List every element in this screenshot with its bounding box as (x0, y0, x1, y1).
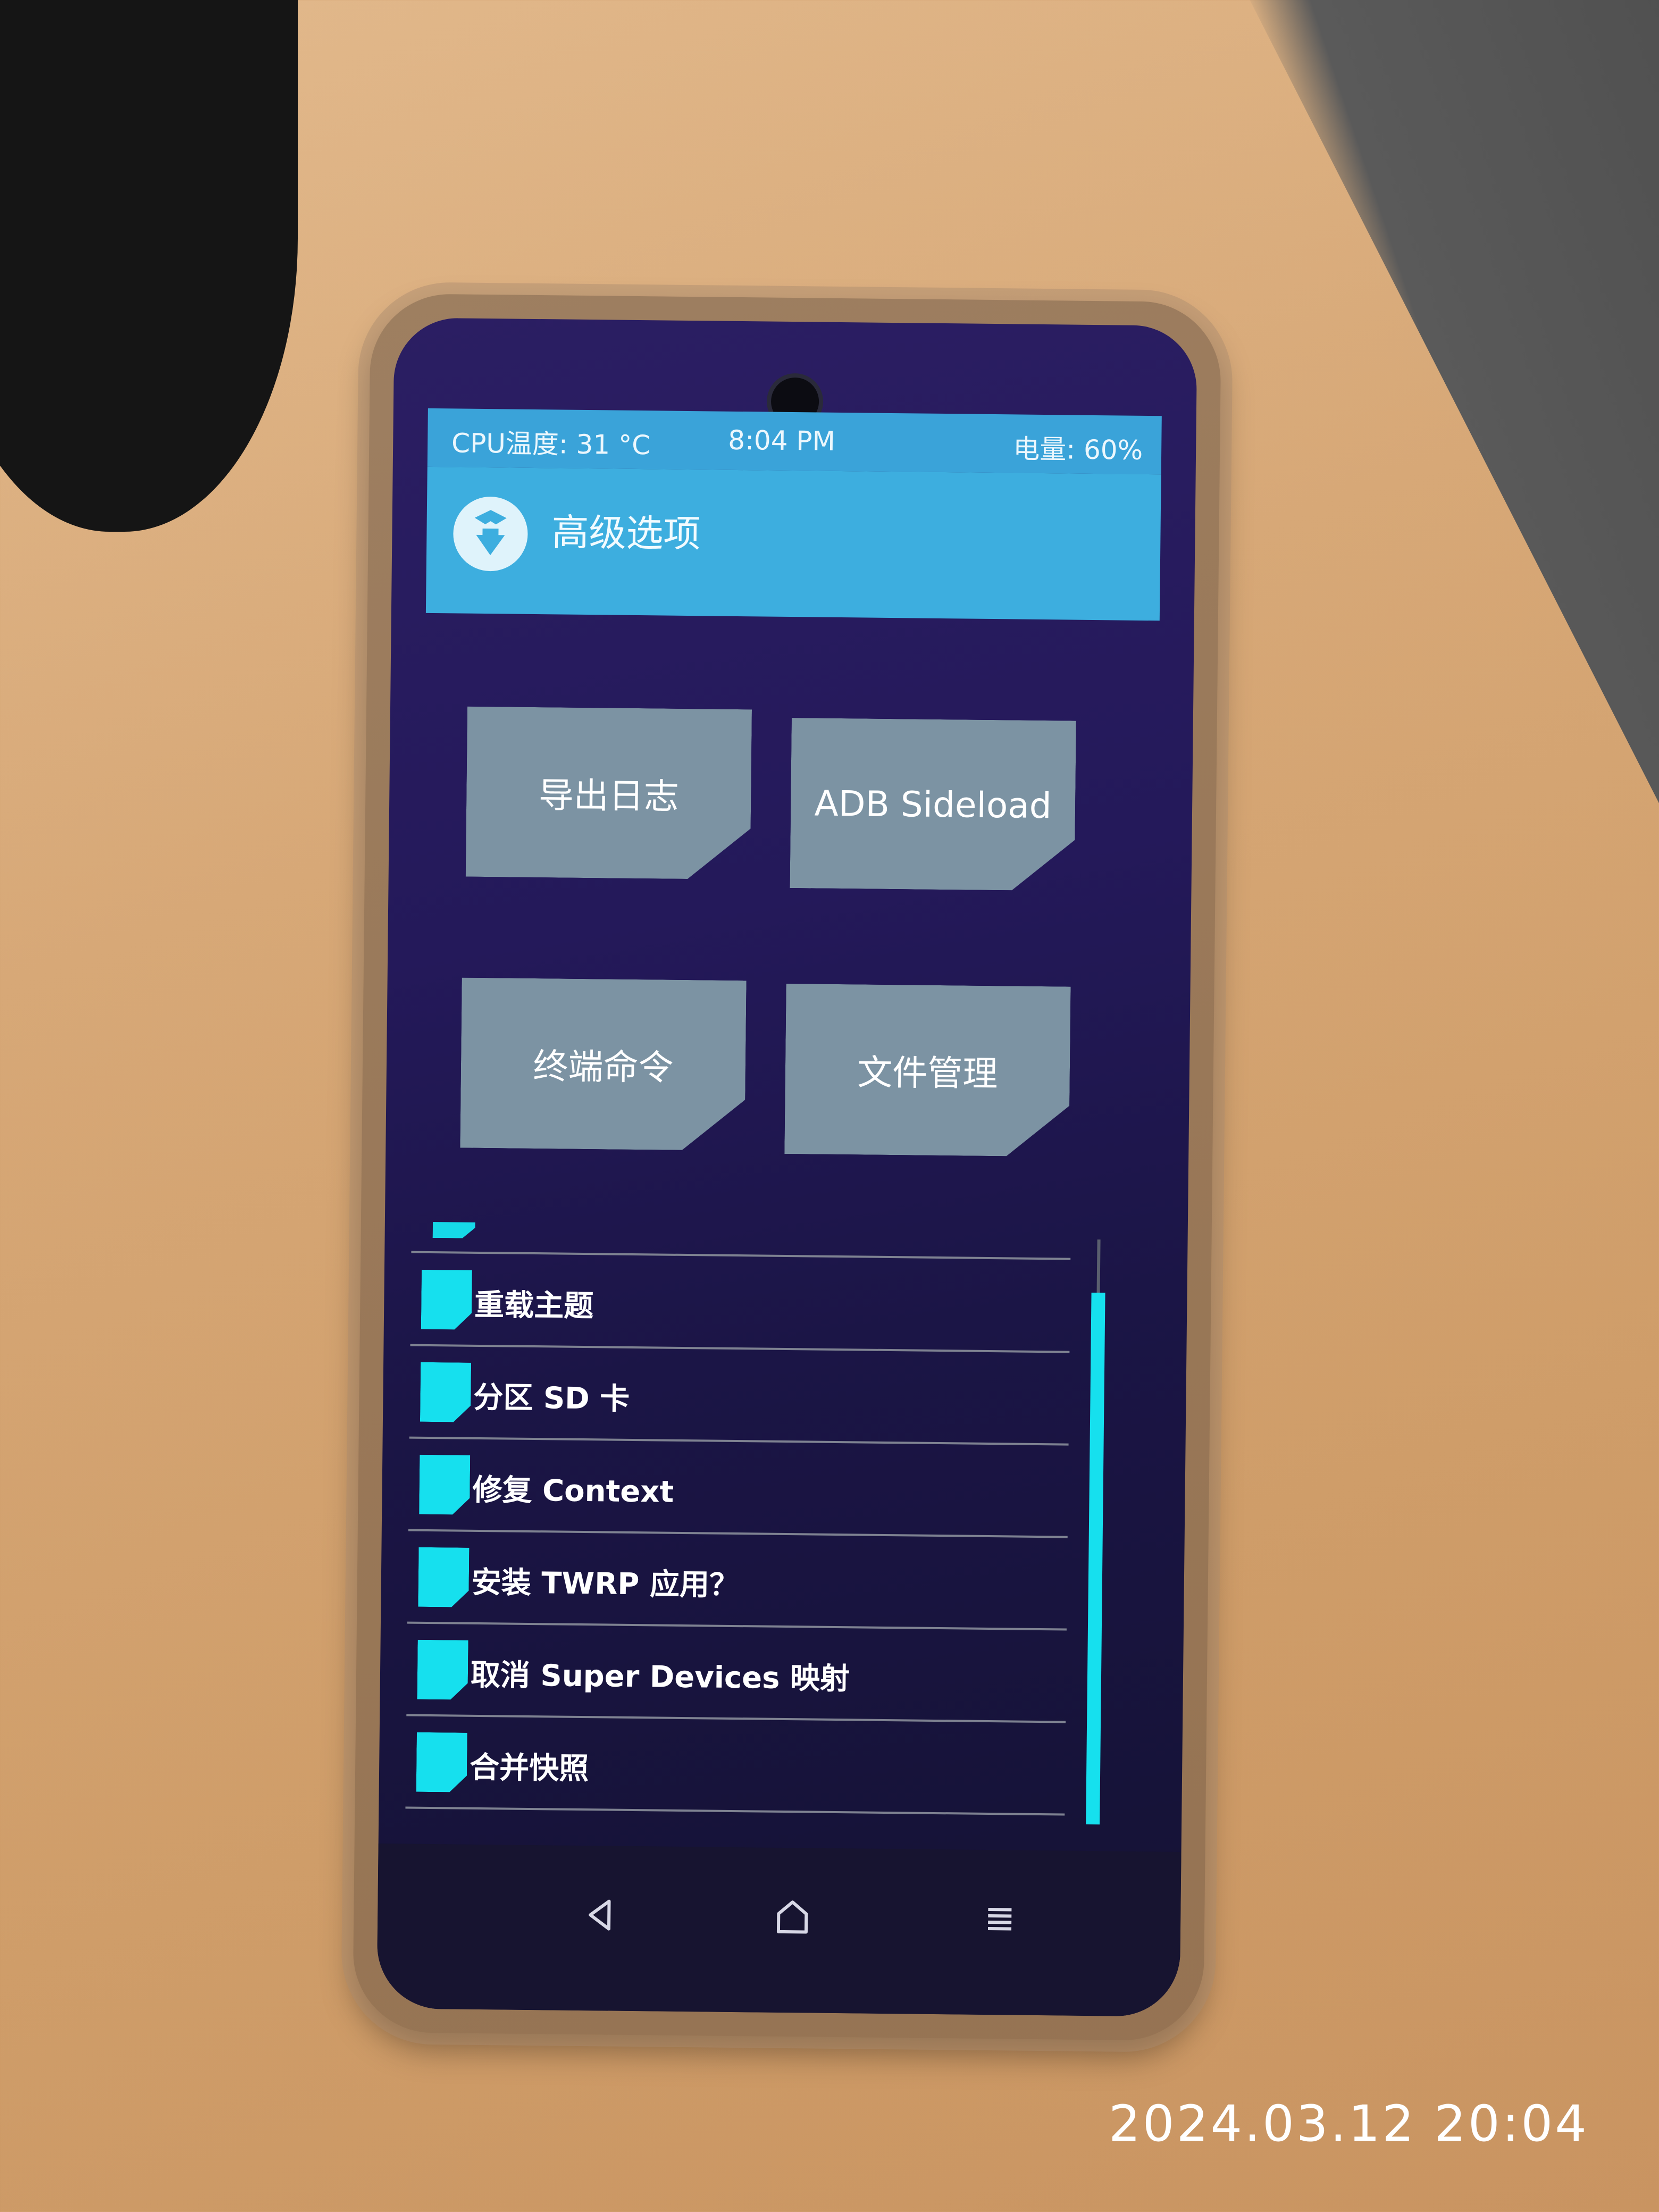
list-item-marker (418, 1547, 469, 1607)
battery-level: 电量: 60% (1012, 433, 1143, 466)
twrp-logo-icon (453, 496, 529, 572)
list-item-unmap-super-devices[interactable]: 取消 Super Devices 映射 (406, 1623, 1067, 1723)
list-item-label: 合并快照 (469, 1750, 589, 1787)
status-time: 8:04 PM (728, 424, 836, 457)
page-title: 高级选项 (551, 510, 701, 556)
list-item-marker (417, 1640, 468, 1700)
list-item-marker (421, 1270, 472, 1330)
back-triangle-icon (589, 1899, 611, 1931)
home-button[interactable] (760, 1885, 825, 1949)
list-item-partition-sd[interactable]: 分区 SD 卡 (409, 1346, 1070, 1446)
background-dark-object (0, 0, 298, 532)
list-item-label: 修复 Context (472, 1472, 674, 1510)
terminal-command-button[interactable]: 终端命令 (460, 978, 746, 1151)
list-item-marker (419, 1455, 470, 1515)
phone-device: CPU温度: 31 °C 8:04 PM 电量: 60% 高级选项 导出日志 A… (352, 293, 1222, 2041)
cpu-temperature: CPU温度: 31 °C (451, 428, 651, 461)
menu-lines-icon (987, 1908, 1012, 1931)
status-bar: CPU温度: 31 °C 8:04 PM 电量: 60% (427, 408, 1162, 475)
list-item-label: 分区 SD 卡 (473, 1380, 630, 1417)
file-manager-button[interactable]: 文件管理 (784, 984, 1070, 1157)
adb-sideload-button[interactable]: ADB Sideload (790, 718, 1076, 891)
list-item-merge-snapshots[interactable]: 合并快照 (405, 1716, 1066, 1816)
options-list[interactable]: 重载主题 分区 SD 卡 修复 Context 安装 TWRP 应用？ 取消 S… (405, 1221, 1097, 1835)
navigation-bar (376, 1844, 1182, 2017)
list-item-marker (420, 1362, 471, 1422)
list-item-label: 安装 TWRP 应用？ (471, 1565, 740, 1603)
background-desk-edge (1239, 0, 1659, 936)
list-item-fix-context[interactable]: 修复 Context (408, 1438, 1069, 1538)
photo-timestamp: 2024.03.12 20:04 (1109, 2095, 1589, 2153)
list-item-label: 重载主题 (474, 1287, 594, 1324)
list-item-marker (416, 1732, 467, 1792)
back-button[interactable] (569, 1883, 633, 1947)
app-header: 高级选项 (425, 466, 1161, 621)
phone-screen: CPU温度: 31 °C 8:04 PM 电量: 60% 高级选项 导出日志 A… (376, 317, 1197, 2017)
home-icon (776, 1900, 808, 1934)
list-item-label: 取消 Super Devices 映射 (470, 1657, 850, 1697)
list-item-reload-theme[interactable]: 重载主题 (410, 1253, 1071, 1353)
menu-button[interactable] (968, 1887, 1032, 1951)
list-item-marker (433, 1222, 476, 1238)
scroll-track (1096, 1239, 1101, 1298)
list-item-install-twrp-app[interactable]: 安装 TWRP 应用？ (407, 1531, 1068, 1631)
export-log-button[interactable]: 导出日志 (466, 707, 752, 880)
